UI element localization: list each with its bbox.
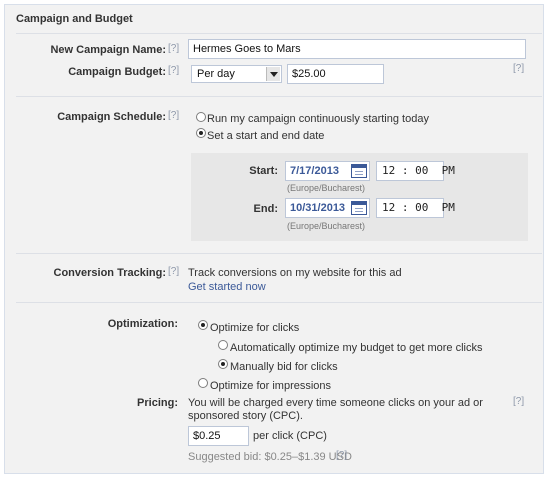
start-timezone: (Europe/Bucharest) xyxy=(287,183,366,193)
start-label: Start: xyxy=(249,165,278,177)
schedule-continuous-label[interactable]: Run my campaign continuously starting to… xyxy=(207,113,429,125)
divider xyxy=(16,302,542,303)
help-icon[interactable]: [?] xyxy=(168,43,179,54)
end-date-input[interactable]: 10/31/2013 xyxy=(285,198,370,218)
campaign-schedule-label: Campaign Schedule: xyxy=(57,111,166,123)
schedule-start-end-label[interactable]: Set a start and end date xyxy=(207,130,324,142)
auto-optimize-radio[interactable] xyxy=(218,340,228,350)
pricing-description-line2: sponsored story (CPC). xyxy=(188,410,303,422)
chevron-down-icon[interactable] xyxy=(266,67,280,81)
help-icon[interactable]: [?] xyxy=(513,396,524,407)
campaign-name-input[interactable]: Hermes Goes to Mars xyxy=(188,39,526,59)
divider xyxy=(16,33,542,34)
pricing-description-line1: You will be charged every time someone c… xyxy=(188,397,483,409)
campaign-name-label: New Campaign Name: xyxy=(50,44,166,56)
conversion-tracking-text: Track conversions on my website for this… xyxy=(188,267,402,279)
schedule-start-end-radio[interactable] xyxy=(196,128,206,138)
end-time-input[interactable]: 12 : 00 PM xyxy=(376,198,455,218)
help-icon[interactable]: [?] xyxy=(513,63,524,74)
manual-bid-label[interactable]: Manually bid for clicks xyxy=(230,361,338,373)
budget-period-select[interactable]: Per day xyxy=(191,65,282,83)
section-title: Campaign and Budget xyxy=(16,13,133,25)
manual-bid-radio[interactable] xyxy=(218,359,228,369)
get-started-link[interactable]: Get started now xyxy=(188,281,266,293)
pricing-label: Pricing: xyxy=(137,397,178,409)
help-icon[interactable]: [?] xyxy=(336,450,347,461)
calendar-icon[interactable] xyxy=(351,164,367,178)
optimize-impressions-label[interactable]: Optimize for impressions xyxy=(210,380,331,392)
budget-amount-input[interactable]: $25.00 xyxy=(287,64,384,84)
optimize-impressions-radio[interactable] xyxy=(198,378,208,388)
end-timezone: (Europe/Bucharest) xyxy=(287,221,366,231)
help-icon[interactable]: [?] xyxy=(168,65,179,76)
help-icon[interactable]: [?] xyxy=(168,266,179,277)
end-label: End: xyxy=(253,203,278,215)
start-date-input[interactable]: 7/17/2013 xyxy=(285,161,370,181)
conversion-tracking-label: Conversion Tracking: xyxy=(53,267,166,279)
help-icon[interactable]: [?] xyxy=(168,110,179,121)
start-date-value: 7/17/2013 xyxy=(290,165,339,177)
start-time-input[interactable]: 12 : 00 PM xyxy=(376,161,455,181)
divider xyxy=(16,253,542,254)
auto-optimize-label[interactable]: Automatically optimize my budget to get … xyxy=(230,342,483,354)
bid-unit-label: per click (CPC) xyxy=(253,430,327,442)
optimization-label: Optimization: xyxy=(107,318,178,330)
suggested-bid-text: Suggested bid: $0.25–$1.39 USD xyxy=(188,451,352,463)
optimize-clicks-radio[interactable] xyxy=(198,320,208,330)
bid-amount-input[interactable]: $0.25 xyxy=(188,426,249,446)
optimize-clicks-label[interactable]: Optimize for clicks xyxy=(210,322,299,334)
calendar-icon[interactable] xyxy=(351,201,367,215)
budget-period-value: Per day xyxy=(197,68,235,80)
campaign-budget-label: Campaign Budget: xyxy=(68,66,166,78)
end-date-value: 10/31/2013 xyxy=(290,202,346,214)
divider xyxy=(16,96,542,97)
schedule-continuous-radio[interactable] xyxy=(196,112,206,122)
